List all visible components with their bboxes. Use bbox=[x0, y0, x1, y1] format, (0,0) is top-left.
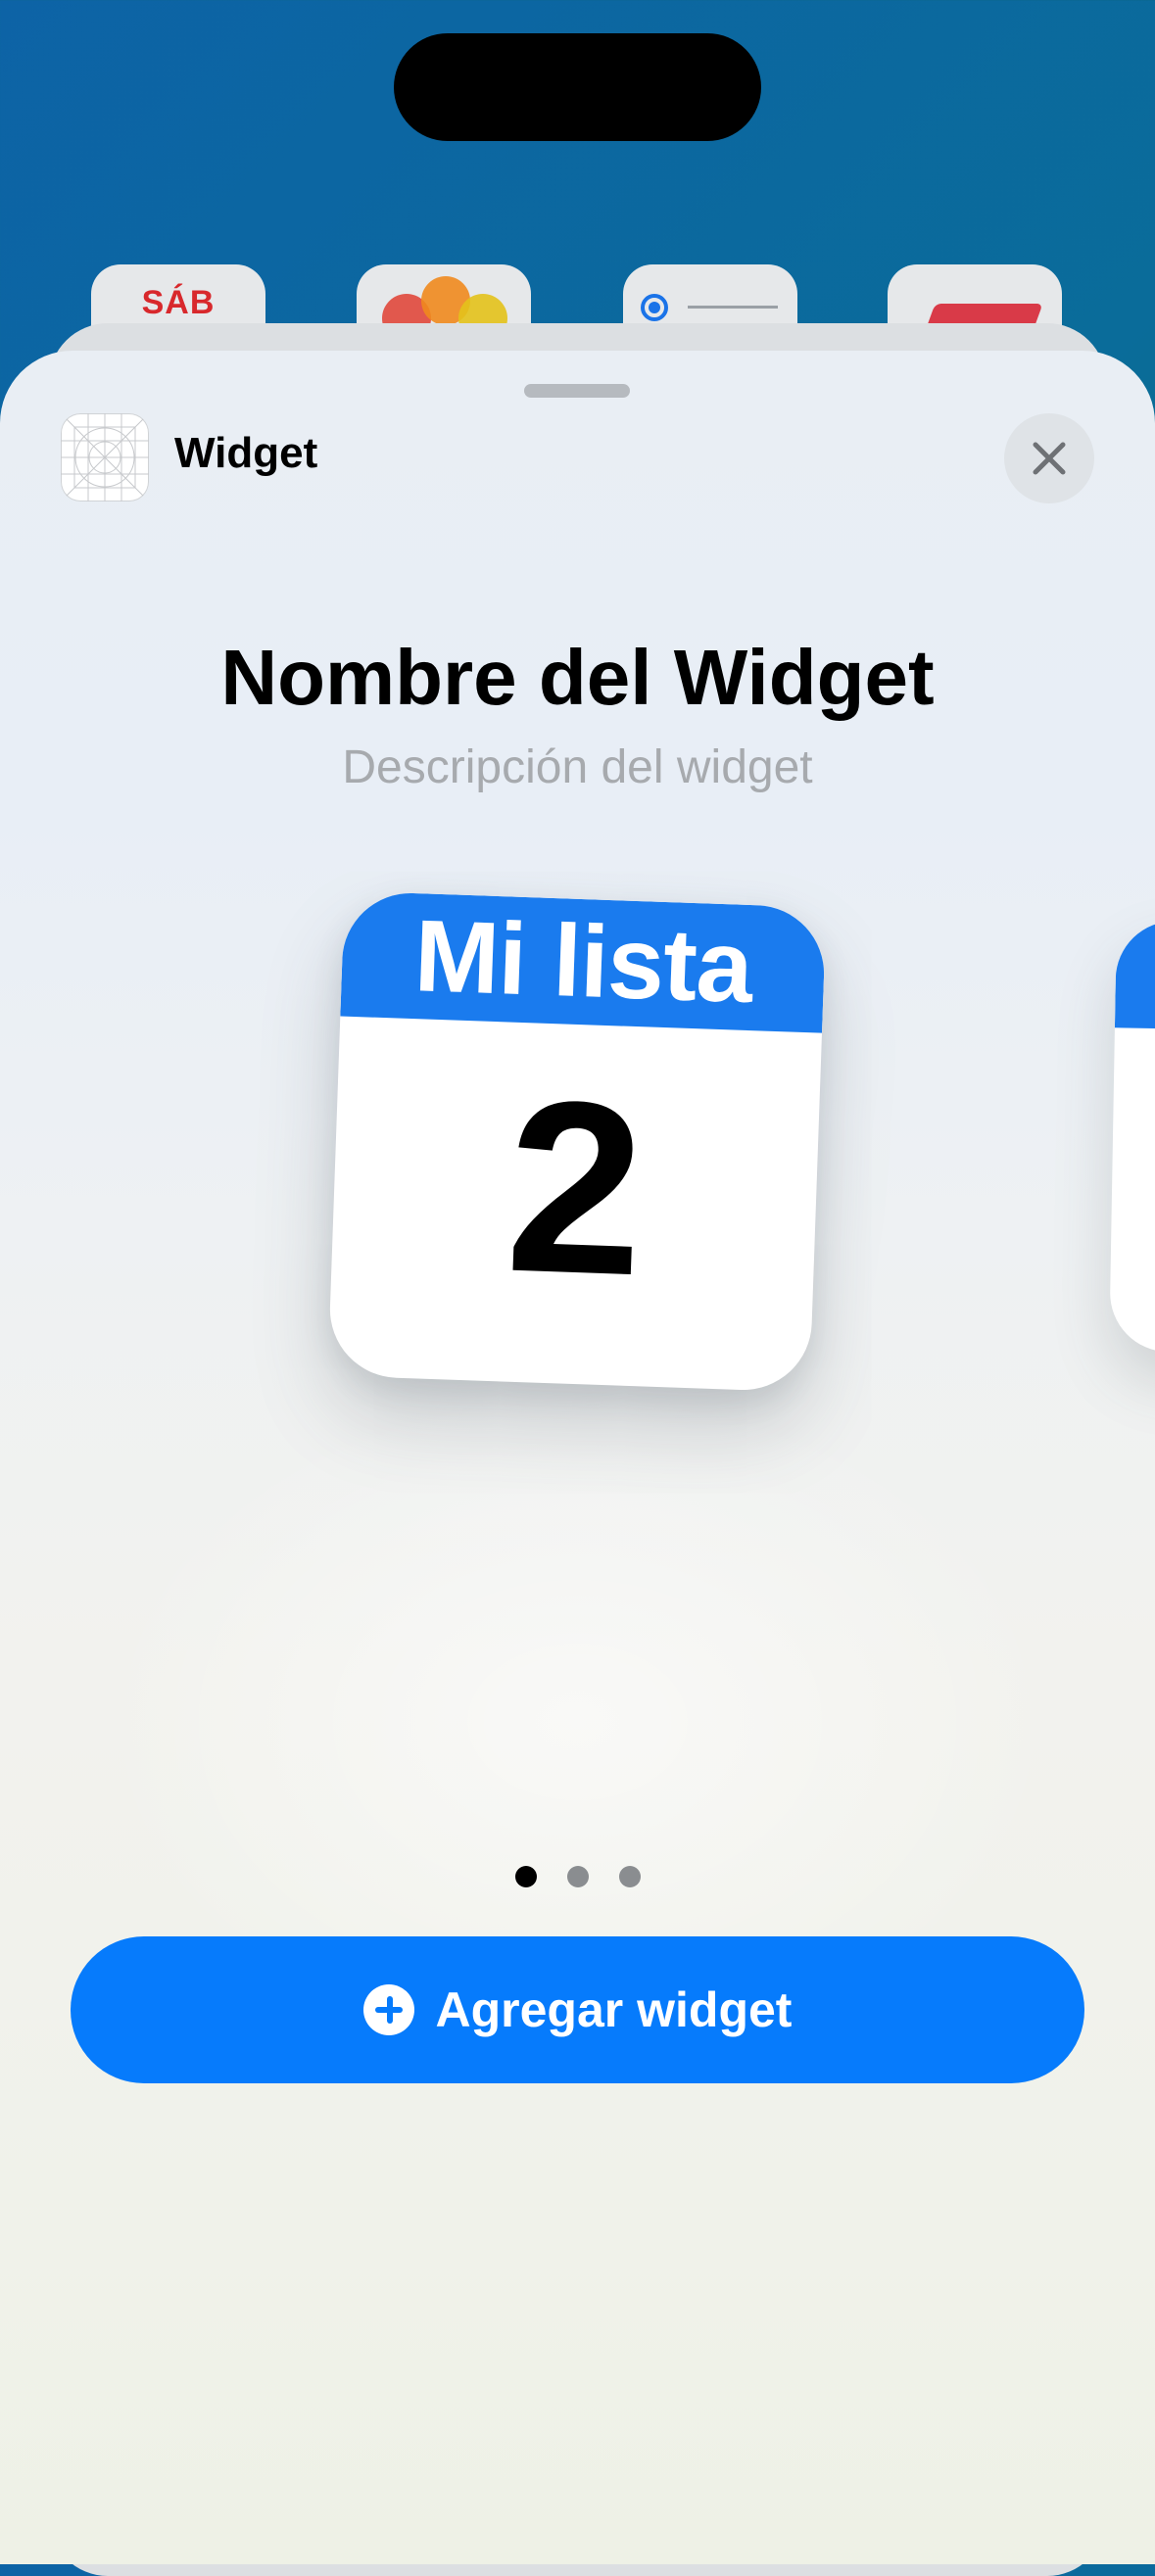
add-widget-label: Agregar widget bbox=[435, 1982, 793, 2037]
widget-preview-card[interactable]: Mi lista 2 bbox=[327, 890, 827, 1393]
app-name: Widget bbox=[174, 429, 318, 477]
page-dot-3[interactable] bbox=[618, 1866, 641, 1887]
widget-preview-header: Mi lista bbox=[340, 890, 827, 1033]
reminder-line bbox=[688, 306, 778, 309]
calendar-day-label: SÁB bbox=[141, 284, 216, 321]
dynamic-island bbox=[394, 33, 761, 141]
widget-preview-header-text: Mi lista bbox=[412, 899, 754, 1026]
app-icon-grid bbox=[61, 413, 149, 501]
widget-gallery-sheet: Widget Nombre del Widget Descripción del… bbox=[0, 351, 1155, 2564]
widget-preview-next-card[interactable] bbox=[1109, 920, 1155, 1355]
xmark-icon bbox=[1033, 442, 1066, 475]
page-dot-1[interactable] bbox=[514, 1866, 537, 1887]
page-dot-2[interactable] bbox=[566, 1866, 589, 1887]
widget-preview-next-header bbox=[1114, 920, 1155, 1031]
add-widget-button[interactable]: Agregar widget bbox=[71, 1936, 1084, 2083]
widget-preview-count: 2 bbox=[503, 1048, 649, 1327]
sheet-grabber[interactable] bbox=[524, 384, 630, 398]
reminder-radio-icon bbox=[641, 294, 668, 321]
widget-title: Nombre del Widget bbox=[220, 634, 935, 721]
close-button[interactable] bbox=[1004, 413, 1094, 503]
page-indicator[interactable] bbox=[0, 1866, 1155, 1887]
widget-description: Descripción del widget bbox=[342, 741, 813, 793]
plus-circle-icon bbox=[362, 1984, 414, 2035]
app-icon bbox=[61, 413, 149, 501]
